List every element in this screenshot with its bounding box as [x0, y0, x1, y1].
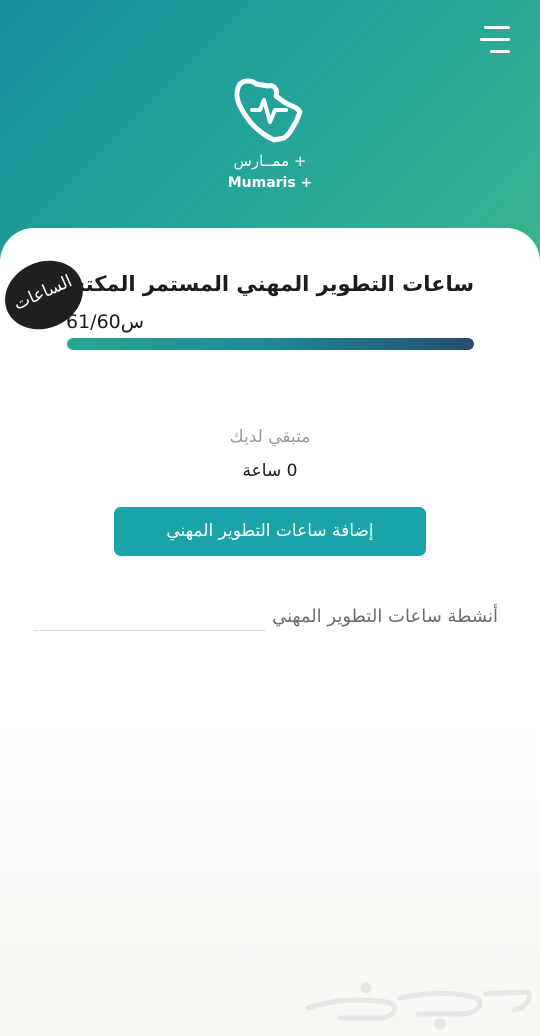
cpd-hours-value: 61/60س: [66, 311, 144, 333]
mumaris-heartbeat-logo-icon: [234, 78, 303, 143]
cpd-progress-bar: [67, 338, 474, 350]
activities-divider: [34, 630, 266, 631]
add-cpd-hours-button[interactable]: إضافة ساعات التطوير المهني: [114, 507, 426, 556]
app-name-arabic: ممــارس +: [233, 152, 307, 170]
app-name-english: Mumaris +: [227, 175, 313, 191]
menu-icon[interactable]: [480, 26, 510, 54]
remaining-label: متبقي لديك: [229, 427, 311, 447]
screen: ممــارس + Mumaris + ساعات التطوير المهني…: [0, 0, 540, 1036]
haraj-watermark-logo: [305, 982, 532, 1030]
cpd-activities-label: أنشطة ساعات التطوير المهني: [272, 606, 498, 627]
app-logo: ممــارس + Mumaris +: [190, 76, 350, 198]
cpd-hours-title: ساعات التطوير المهني المستمر المكتسب: [42, 272, 474, 296]
cpd-progress-fill: [67, 338, 474, 350]
remaining-value: 0 ساعة: [242, 461, 298, 481]
